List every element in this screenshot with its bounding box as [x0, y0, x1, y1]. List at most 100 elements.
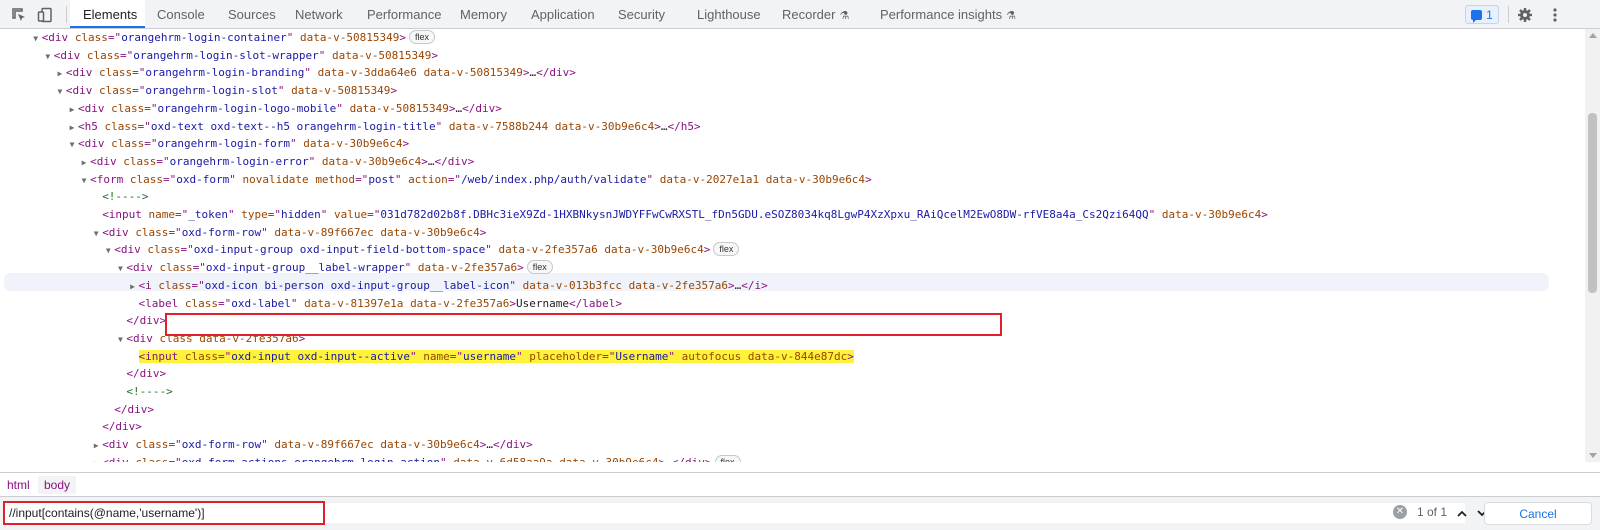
- dom-node[interactable]: ▶ <i class="oxd-icon bi-person oxd-input-…: [127, 277, 768, 295]
- search-bar: //input[contains(@name,'username')] ✕ 1 …: [0, 496, 1600, 530]
- expanded-triangle-icon[interactable]: ▼: [114, 260, 126, 278]
- dom-node[interactable]: </div>: [90, 418, 142, 436]
- flex-badge[interactable]: flex: [408, 30, 435, 44]
- markup-token: data-v-89f667ec: [274, 438, 374, 452]
- node-markup: <div class="oxd-input-group oxd-input-fi…: [114, 243, 710, 256]
- search-input[interactable]: //input[contains(@name,'username')]: [3, 501, 325, 525]
- collapsed-triangle-icon[interactable]: ▶: [90, 455, 102, 462]
- tab-elements[interactable]: Elements: [83, 0, 137, 29]
- markup-token: >: [399, 31, 406, 44]
- expanded-triangle-icon[interactable]: ▼: [30, 30, 42, 48]
- tab-network[interactable]: Network: [295, 0, 343, 29]
- expanded-triangle-icon[interactable]: ▼: [66, 136, 78, 154]
- clear-search-icon[interactable]: ✕: [1393, 505, 1407, 519]
- tab-sources[interactable]: Sources: [228, 0, 276, 29]
- flex-badge[interactable]: flex: [526, 260, 553, 275]
- dom-node[interactable]: ▼ <div class="orangehrm-login-form" data-…: [66, 135, 410, 154]
- markup-token: ": [318, 48, 332, 62]
- node-markup: <form class="oxd-form" novalidate method…: [90, 173, 872, 186]
- previous-match-button[interactable]: [1452, 502, 1472, 524]
- device-toggle-icon[interactable]: [35, 5, 55, 25]
- markup-token: action: [408, 172, 448, 186]
- collapsed-triangle-icon[interactable]: ▶: [78, 154, 90, 172]
- collapsed-triangle-icon[interactable]: ▶: [66, 101, 78, 119]
- node-markup: <div class="orangehrm-login-branding" da…: [66, 66, 576, 79]
- expanded-triangle-icon[interactable]: ▼: [78, 172, 90, 190]
- markup-token: =": [162, 172, 177, 186]
- dom-node[interactable]: <!---->: [90, 188, 148, 206]
- dom-node[interactable]: ▶<div class="oxd-form-actions orangehrm-…: [90, 454, 741, 462]
- dom-node[interactable]: <!---->: [114, 383, 172, 401]
- flask-icon: ⚗: [1006, 10, 1016, 22]
- dom-node[interactable]: ▶ <div class="orangehrm-login-error" data…: [78, 153, 475, 172]
- dom-node[interactable]: ▶ <div class="orangehrm-login-branding" d…: [54, 64, 576, 83]
- markup-token: ": [229, 172, 243, 186]
- markup-token: =": [447, 172, 462, 186]
- markup-token: orangehrm-login-branding: [145, 66, 305, 80]
- markup-token: =": [192, 261, 206, 275]
- gear-icon[interactable]: [1515, 5, 1535, 25]
- dom-node[interactable]: ▶ <h5 class="oxd-text oxd-text--h5 orange…: [66, 118, 701, 136]
- node-markup: <div class="orangehrm-login-slot-wrapper…: [54, 49, 438, 62]
- collapsed-triangle-icon[interactable]: ▶: [54, 65, 66, 83]
- collapsed-triangle-icon[interactable]: ▶: [127, 278, 139, 296]
- tab-application[interactable]: Application: [531, 0, 595, 29]
- markup-token: class: [135, 438, 169, 452]
- flask-icon: ⚗: [839, 10, 850, 22]
- scroll-up-icon[interactable]: [1589, 33, 1597, 38]
- scrollbar-thumb[interactable]: [1588, 113, 1597, 293]
- expanded-triangle-icon[interactable]: ▼: [102, 242, 114, 260]
- dom-node[interactable]: </div>: [114, 365, 166, 383]
- breadcrumb-body[interactable]: body: [38, 476, 77, 494]
- dom-node[interactable]: </div>: [114, 312, 166, 330]
- tab-performance-insights[interactable]: Performance insights ⚗: [880, 0, 1016, 29]
- issues-button[interactable]: 1: [1465, 5, 1499, 24]
- collapsed-triangle-icon[interactable]: ▶: [66, 119, 78, 137]
- tab-memory[interactable]: Memory: [460, 0, 507, 29]
- dom-node[interactable]: </div>: [102, 401, 154, 419]
- breadcrumb-html[interactable]: html: [1, 476, 36, 494]
- markup-token: ": [261, 225, 275, 239]
- dom-node-search-match[interactable]: <input class="oxd-input oxd-input--activ…: [127, 348, 854, 366]
- dom-node[interactable]: <input name="_token" type="hidden" value…: [90, 206, 1268, 224]
- toolbar-divider: [66, 6, 67, 23]
- dom-node[interactable]: ▼ <div class="oxd-input-group oxd-input-f…: [102, 241, 740, 260]
- markup-token: =": [180, 243, 194, 257]
- markup-token: Username: [615, 349, 669, 363]
- dom-node[interactable]: ▶ <div class="orangehrm-login-logo-mobile…: [66, 100, 502, 118]
- vertical-scrollbar[interactable]: [1585, 29, 1600, 462]
- flex-badge[interactable]: flex: [714, 454, 741, 462]
- expanded-triangle-icon[interactable]: ▼: [42, 48, 54, 66]
- expanded-triangle-icon[interactable]: ▼: [114, 331, 126, 349]
- expanded-triangle-icon[interactable]: ▼: [54, 83, 66, 101]
- markup-token: ": [228, 208, 242, 221]
- cancel-button[interactable]: Cancel: [1484, 502, 1592, 525]
- dom-node[interactable]: ▼ <div class="orangehrm-login-slot-wrappe…: [42, 47, 438, 65]
- collapsed-triangle-icon[interactable]: ▶: [90, 437, 102, 455]
- markup-token: [417, 66, 424, 79]
- dom-node[interactable]: ▼ <form class="oxd-form" novalidate metho…: [78, 171, 872, 189]
- dom-node[interactable]: ▶ <div class="oxd-form-row" data-v-89f667…: [90, 436, 533, 454]
- markup-token: novalidate: [242, 172, 309, 186]
- tab-security[interactable]: Security: [618, 0, 665, 29]
- dom-node[interactable]: ▼ <div class="oxd-form-row" data-v-89f667…: [90, 224, 487, 243]
- scroll-down-icon[interactable]: [1589, 453, 1597, 458]
- tab-console[interactable]: Console: [157, 0, 205, 29]
- tab-recorder[interactable]: Recorder ⚗: [782, 0, 849, 29]
- tab-lighthouse[interactable]: Lighthouse: [697, 0, 761, 29]
- expanded-triangle-icon[interactable]: ▼: [90, 225, 102, 243]
- flex-badge[interactable]: flex: [713, 242, 740, 257]
- toolbar-divider: [1508, 6, 1509, 23]
- inspect-element-icon[interactable]: [9, 5, 29, 25]
- dom-node[interactable]: <label class="oxd-label" data-v-81397e1a…: [127, 295, 623, 313]
- markup-token: <input: [102, 208, 149, 221]
- dom-node[interactable]: ▼ <div class="orangehrm-login-slot" data-…: [54, 82, 397, 100]
- markup-token: autofocus: [681, 349, 742, 363]
- markup-token: data-v-30b9e6c4: [554, 119, 655, 133]
- tab-performance[interactable]: Performance: [367, 0, 441, 29]
- dom-tree[interactable]: ▼ <div class="orangehrm-login-container" …: [0, 29, 1585, 462]
- markup-token: data-v-30b9e6c4: [1161, 208, 1262, 221]
- dom-node[interactable]: ▼ <div class="oxd-input-group__label-wrap…: [114, 259, 553, 278]
- kebab-menu-icon[interactable]: [1545, 5, 1565, 25]
- dom-node[interactable]: ▼ <div class="orangehrm-login-container" …: [30, 29, 435, 47]
